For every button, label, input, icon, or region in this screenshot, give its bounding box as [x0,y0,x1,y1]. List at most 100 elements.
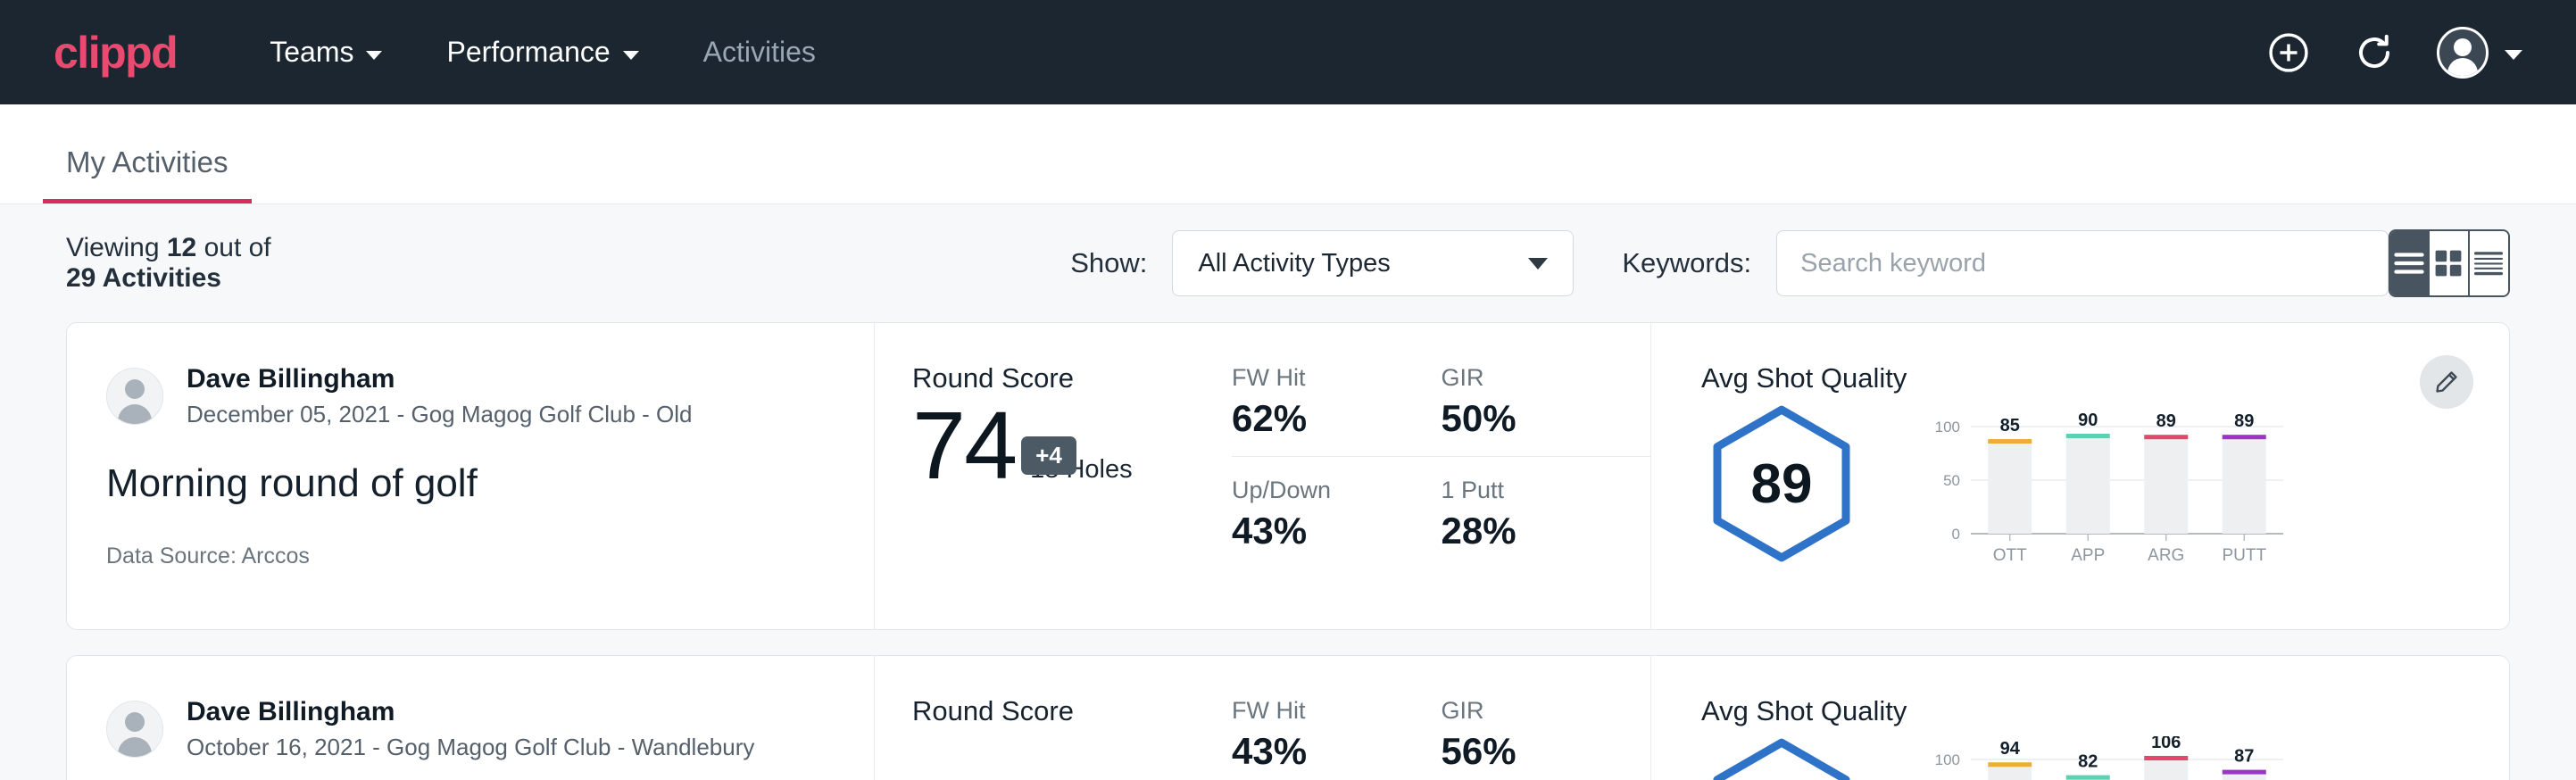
svg-text:0: 0 [1952,526,1960,543]
stat-1-putt: 1 Putt 28% [1442,477,1651,552]
round-score-value: 74 [912,400,1016,492]
viewing-count: 12 [167,233,196,262]
refresh-icon[interactable] [2351,29,2397,76]
svg-text:ARG: ARG [2148,546,2184,565]
activity-title: Morning round of golf [106,461,874,506]
stat-fw-hit: FW Hit 43% [1232,697,1442,780]
activity-card[interactable]: Dave Billingham December 05, 2021 - Gog … [66,322,2510,630]
svg-text:90: 90 [2078,411,2098,430]
stat-value: 43% [1232,730,1402,773]
compact-view-button[interactable] [2470,231,2508,295]
grid-view-icon [2432,247,2464,279]
search-input-placeholder: Search keyword [1800,249,1986,278]
viewing-total: 29 Activities [66,263,221,293]
shot-quality-hexagon: 89 [1701,403,1862,564]
chevron-down-icon [2505,50,2522,60]
viewing-count-text: Viewing 12 out of 29 Activities [66,233,276,294]
account-menu[interactable] [2437,27,2522,79]
stat-label: GIR [1442,697,1612,725]
primary-nav: Teams Performance Activities [262,30,2265,74]
activity-type-select[interactable]: All Activity Types [1172,230,1574,296]
activity-meta: October 16, 2021 - Gog Magog Golf Club -… [187,733,754,763]
stat-up-down: Up/Down 43% [1232,477,1442,552]
shot-quality-section: Avg Shot Quality 05010094OTT82APP106ARG8… [1651,656,2509,780]
svg-text:OTT: OTT [1993,546,2027,565]
user-name: Dave Billingham [187,362,693,396]
stat-value: 56% [1442,730,1612,773]
nav-item-performance[interactable]: Performance [439,30,645,74]
svg-text:100: 100 [1935,419,1960,436]
shot-quality-label: Avg Shot Quality [1701,362,2509,394]
stat-value: 62% [1232,397,1402,440]
round-score-value-row: 74 +4 18 Holes [912,400,1232,492]
nav-item-activities[interactable]: Activities [696,30,823,74]
chevron-down-icon [366,51,382,60]
chevron-down-icon [623,51,639,60]
pencil-icon [2433,369,2460,395]
list-view-icon [2391,250,2427,277]
stats-section: FW Hit 43% GIR 56% [1232,656,1651,780]
svg-text:50: 50 [1943,472,1960,489]
search-input[interactable]: Search keyword [1776,230,2389,296]
activity-user: Dave Billingham December 05, 2021 - Gog … [106,362,874,429]
activities-list: Dave Billingham December 05, 2021 - Gog … [0,322,2576,780]
grid-view-button[interactable] [2430,231,2469,295]
filter-controls: Show: All Activity Types Keywords: Searc… [1070,230,2389,296]
svg-text:87: 87 [2234,747,2254,767]
keywords-label: Keywords: [1622,247,1751,279]
stat-label: FW Hit [1232,364,1402,392]
shot-quality-value: 89 [1751,452,1813,516]
activity-info-section: Dave Billingham December 05, 2021 - Gog … [67,323,875,629]
stat-fw-hit: FW Hit 62% [1232,364,1442,457]
svg-text:94: 94 [2000,739,2021,759]
score-delta-badge: +4 [1021,436,1076,475]
stat-gir: GIR 50% [1442,364,1651,457]
plus-circle-icon[interactable] [2265,29,2312,76]
edit-activity-button[interactable] [2420,355,2473,409]
compact-view-icon [2471,249,2506,278]
svg-text:PUTT: PUTT [2222,546,2266,565]
list-view-button[interactable] [2390,231,2430,295]
activity-card[interactable]: Dave Billingham October 16, 2021 - Gog M… [66,655,2510,780]
svg-text:89: 89 [2234,411,2254,431]
svg-text:106: 106 [2151,736,2181,752]
nav-item-performance-label: Performance [446,36,610,69]
filter-bar: Viewing 12 out of 29 Activities Show: Al… [0,204,2576,322]
round-score-section: Round Score 74 +4 18 Holes [875,323,1232,629]
stat-label: FW Hit [1232,697,1402,725]
avatar [106,368,163,425]
shot-quality-label: Avg Shot Quality [1701,695,2509,727]
stat-label: GIR [1442,364,1612,392]
stat-label: 1 Putt [1442,477,1612,504]
shot-quality-section: Avg Shot Quality 89 0 50 100 85 OTT 90 APP 89 AR… [1651,323,2509,629]
round-score-section: Round Score [875,656,1232,780]
nav-item-teams[interactable]: Teams [262,30,389,74]
svg-text:APP: APP [2071,546,2105,565]
round-score-label: Round Score [912,362,1232,394]
stat-value: 43% [1232,510,1402,552]
hexagon-icon [1701,736,1862,780]
shot-quality-bar-chart: 05010085OTT90APP89ARG89PUTT [1915,403,2290,577]
stat-label: Up/Down [1232,477,1402,504]
activity-meta: December 05, 2021 - Gog Magog Golf Club … [187,400,693,430]
stat-value: 50% [1442,397,1612,440]
viewing-mid: out of [196,233,270,262]
round-score-label: Round Score [912,695,1232,727]
svg-text:82: 82 [2078,752,2098,772]
svg-text:100: 100 [1935,751,1960,768]
stat-gir: GIR 56% [1442,697,1651,780]
tab-bar: My Activities [0,104,2576,204]
avatar [106,701,163,758]
nav-actions [2265,27,2522,79]
view-mode-toggle [2389,229,2510,297]
activity-info-section: Dave Billingham October 16, 2021 - Gog M… [67,656,875,780]
app-logo[interactable]: clippd [54,30,177,75]
activity-data-source: Data Source: Arccos [106,544,874,569]
activity-type-select-value: All Activity Types [1198,249,1390,278]
viewing-prefix: Viewing [66,233,167,262]
stat-value: 28% [1442,510,1612,552]
stats-section: FW Hit 62% GIR 50% Up/Down 43% 1 Putt 28… [1232,323,1651,629]
shot-quality-hexagon [1701,736,1862,780]
svg-text:85: 85 [2000,416,2020,436]
tab-my-activities[interactable]: My Activities [43,145,252,203]
